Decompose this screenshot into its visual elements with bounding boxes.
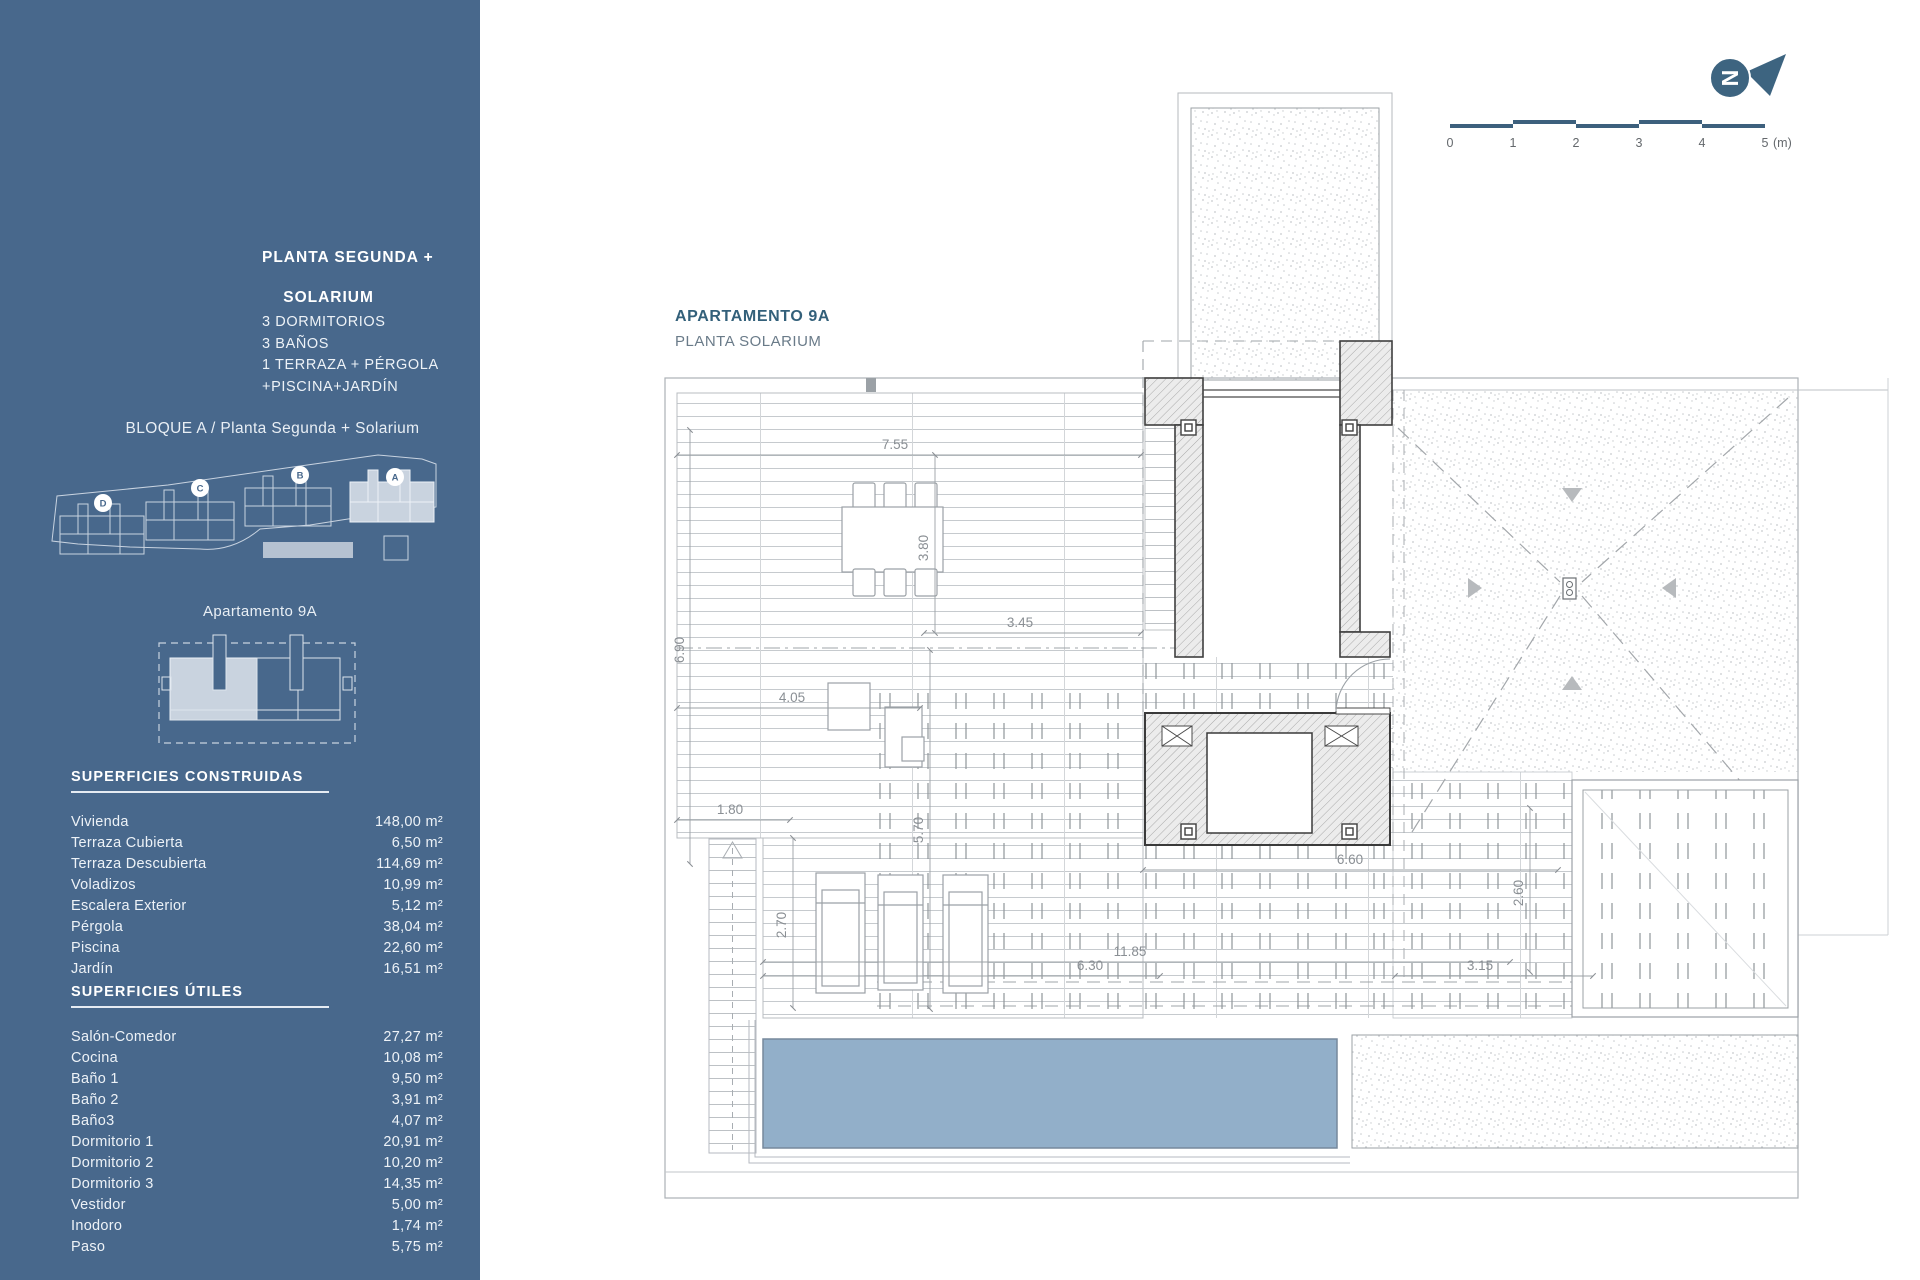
floor-plan: 7.55 3.80 6.90 3.45 4.05 1.80 5.70 2.70 …	[0, 0, 1920, 1280]
right-pergola	[1572, 780, 1798, 1017]
chair	[853, 483, 875, 510]
dim-label: 11.85	[1114, 944, 1147, 959]
dim-label: 2.60	[1511, 880, 1526, 906]
chair	[853, 569, 875, 596]
stair-tower	[1178, 93, 1392, 380]
dim-label: 5.70	[911, 817, 926, 843]
dim-label: 3.80	[916, 535, 931, 561]
dim-label: 2.70	[774, 912, 789, 938]
chair	[884, 483, 906, 510]
dim-label: 3.15	[1467, 958, 1493, 973]
chair	[915, 483, 937, 510]
roof-drain	[1563, 578, 1576, 599]
dim-label: 3.45	[1007, 615, 1033, 630]
dim-label: 7.55	[882, 437, 908, 452]
dim-label: 6.60	[1337, 852, 1363, 867]
planter	[828, 683, 870, 730]
stairwell-void	[1203, 397, 1340, 657]
garden	[1352, 1035, 1798, 1148]
chair	[884, 569, 906, 596]
chair	[915, 569, 937, 596]
sun-lounger	[943, 875, 988, 993]
border-vent	[866, 378, 876, 392]
dim-label: 6.90	[672, 637, 687, 663]
sun-lounger	[878, 875, 923, 990]
dim-label: 4.05	[779, 690, 805, 705]
pool	[749, 1020, 1350, 1163]
core-stair-treads	[1145, 425, 1175, 630]
core-beam	[1203, 390, 1340, 397]
gravel-roof	[1392, 390, 1798, 832]
core-lower-void	[1207, 733, 1312, 833]
dim-label: 1.80	[717, 802, 743, 817]
sun-lounger	[816, 873, 865, 993]
dim-label: 6.30	[1077, 958, 1103, 973]
planter	[902, 737, 924, 761]
stair-core	[1145, 341, 1392, 845]
